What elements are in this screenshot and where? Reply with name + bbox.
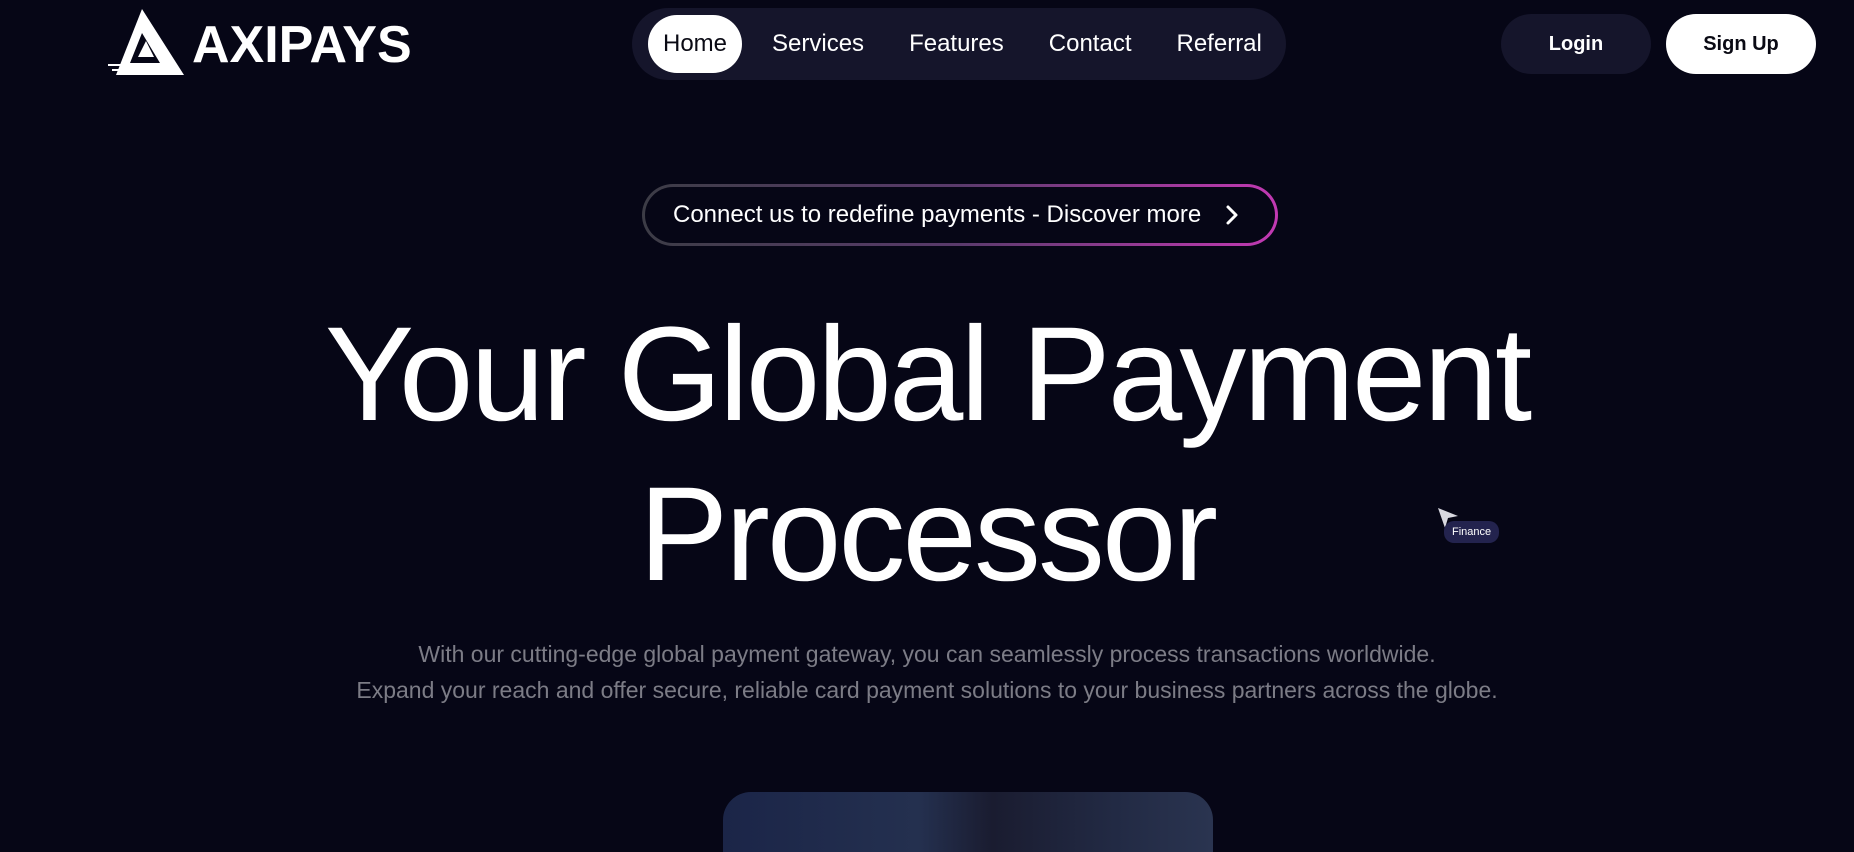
main-nav: Home Services Features Contact Referral xyxy=(632,8,1286,80)
hero-preview-card xyxy=(723,792,1213,852)
announcement-pill-inner: Connect us to redefine payments - Discov… xyxy=(645,187,1275,243)
brand-logo[interactable]: AXIPAYS xyxy=(108,6,412,78)
hero-subtitle-line2: Expand your reach and offer secure, reli… xyxy=(356,677,1498,703)
nav-item-services[interactable]: Services xyxy=(757,15,879,73)
nav-item-referral[interactable]: Referral xyxy=(1162,15,1277,73)
brand-name: AXIPAYS xyxy=(192,16,412,74)
nav-item-contact[interactable]: Contact xyxy=(1034,15,1147,73)
cursor-tag-label: Finance xyxy=(1444,521,1500,543)
nav-item-features[interactable]: Features xyxy=(894,15,1019,73)
announcement-text: Connect us to redefine payments - Discov… xyxy=(673,201,1202,228)
hero-title-line1: Your Global Payment xyxy=(324,300,1532,449)
axipays-logo-icon xyxy=(108,9,184,75)
chevron-right-icon xyxy=(1225,204,1239,226)
login-button[interactable]: Login xyxy=(1501,14,1651,74)
nav-item-home[interactable]: Home xyxy=(648,15,743,73)
hero-subtitle-line1: With our cutting-edge global payment gat… xyxy=(418,641,1436,667)
hero-title-line2: Processor xyxy=(638,460,1218,609)
announcement-pill[interactable]: Connect us to redefine payments - Discov… xyxy=(642,184,1278,246)
signup-button[interactable]: Sign Up xyxy=(1666,14,1816,74)
